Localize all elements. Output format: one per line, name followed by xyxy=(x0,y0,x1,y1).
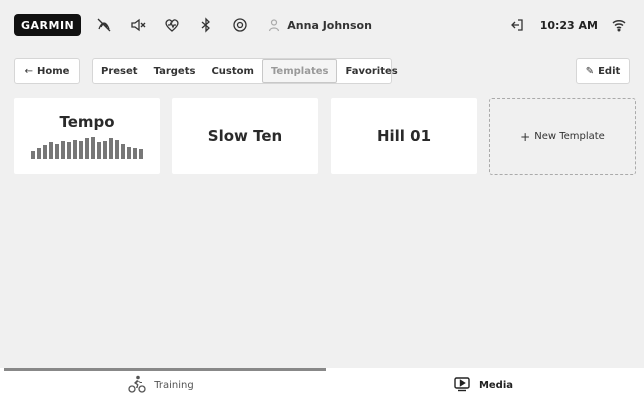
profile-bar xyxy=(61,141,65,159)
tab-preset[interactable]: Preset xyxy=(93,59,146,83)
tab-targets[interactable]: Targets xyxy=(146,59,204,83)
logout-icon[interactable] xyxy=(506,14,528,36)
bottom-tab-training[interactable]: Training xyxy=(0,371,322,400)
user-icon xyxy=(267,18,281,32)
home-button-label: Home xyxy=(36,65,70,77)
template-title: Slow Ten xyxy=(207,127,283,145)
pencil-icon: ✎ xyxy=(585,65,595,77)
back-arrow-icon: ← xyxy=(24,65,33,77)
profile-bar xyxy=(103,141,107,159)
profile-bar xyxy=(121,144,125,159)
bottom-tab-training-label: Training xyxy=(154,380,194,391)
profile-bar xyxy=(55,144,59,159)
nav-row: ← Home Preset Targets Custom Templates F… xyxy=(0,58,644,84)
profile-bar xyxy=(109,138,113,159)
profile-bar xyxy=(91,137,95,159)
template-grid: Tempo Slow Ten Hill 01 + New Template xyxy=(14,98,636,176)
profile-bar xyxy=(49,142,53,159)
template-card-tempo[interactable]: Tempo xyxy=(14,98,160,174)
profile-bar xyxy=(43,145,47,159)
profile-bar xyxy=(67,142,71,159)
template-title: Hill 01 xyxy=(376,127,432,145)
template-title: Tempo xyxy=(59,113,115,131)
cycling-icon xyxy=(128,375,154,396)
heart-rate-icon[interactable] xyxy=(161,14,183,36)
target-icon[interactable] xyxy=(229,14,251,36)
tab-favorites-label: Favorites xyxy=(345,65,398,77)
garmin-logo: GARMIN xyxy=(14,14,82,36)
wifi-icon[interactable] xyxy=(608,14,630,36)
user-profile[interactable]: Anna Johnson xyxy=(267,18,372,32)
bottom-tab-media-label: Media xyxy=(478,380,514,391)
profile-bar xyxy=(139,149,143,159)
profile-bar xyxy=(79,141,83,159)
template-card-hill-01[interactable]: Hill 01 xyxy=(331,98,477,174)
profile-bar xyxy=(127,147,131,159)
profile-bar xyxy=(97,142,101,159)
status-bar: GARMIN Anna Johnson 10:23 AM xyxy=(0,0,644,50)
volume-mute-icon[interactable] xyxy=(127,14,149,36)
tab-targets-label: Targets xyxy=(153,65,196,77)
edit-button[interactable]: ✎ Edit xyxy=(576,58,630,84)
profile-bar xyxy=(133,148,137,159)
user-name: Anna Johnson xyxy=(287,18,372,32)
media-play-icon xyxy=(453,375,479,396)
profile-bar xyxy=(37,148,41,159)
bottom-tab-media[interactable]: Media xyxy=(322,371,644,400)
no-signal-icon[interactable] xyxy=(93,14,115,36)
workout-profile-chart xyxy=(31,137,143,159)
bluetooth-icon[interactable] xyxy=(195,14,217,36)
edit-button-label: Edit xyxy=(598,65,621,77)
tab-custom[interactable]: Custom xyxy=(203,59,261,83)
plus-icon: + xyxy=(520,129,531,144)
new-template-label: New Template xyxy=(534,131,605,142)
profile-bar xyxy=(31,151,35,159)
category-tabs: Preset Targets Custom Templates Favorite… xyxy=(92,58,398,84)
new-template-button[interactable]: + New Template xyxy=(489,98,636,175)
tab-preset-label: Preset xyxy=(101,65,138,77)
home-button[interactable]: ← Home xyxy=(14,58,80,84)
bottom-nav: Training Media xyxy=(0,368,644,400)
status-right: 10:23 AM xyxy=(496,0,630,50)
tab-templates-label: Templates xyxy=(270,65,329,77)
template-card-slow-ten[interactable]: Slow Ten xyxy=(172,98,318,174)
tab-templates[interactable]: Templates xyxy=(261,59,338,83)
profile-bar xyxy=(115,140,119,159)
tab-custom-label: Custom xyxy=(211,65,254,77)
tab-favorites[interactable]: Favorites xyxy=(337,59,405,83)
profile-bar xyxy=(85,138,89,159)
profile-bar xyxy=(73,140,77,159)
clock-time: 10:23 AM xyxy=(539,18,598,32)
